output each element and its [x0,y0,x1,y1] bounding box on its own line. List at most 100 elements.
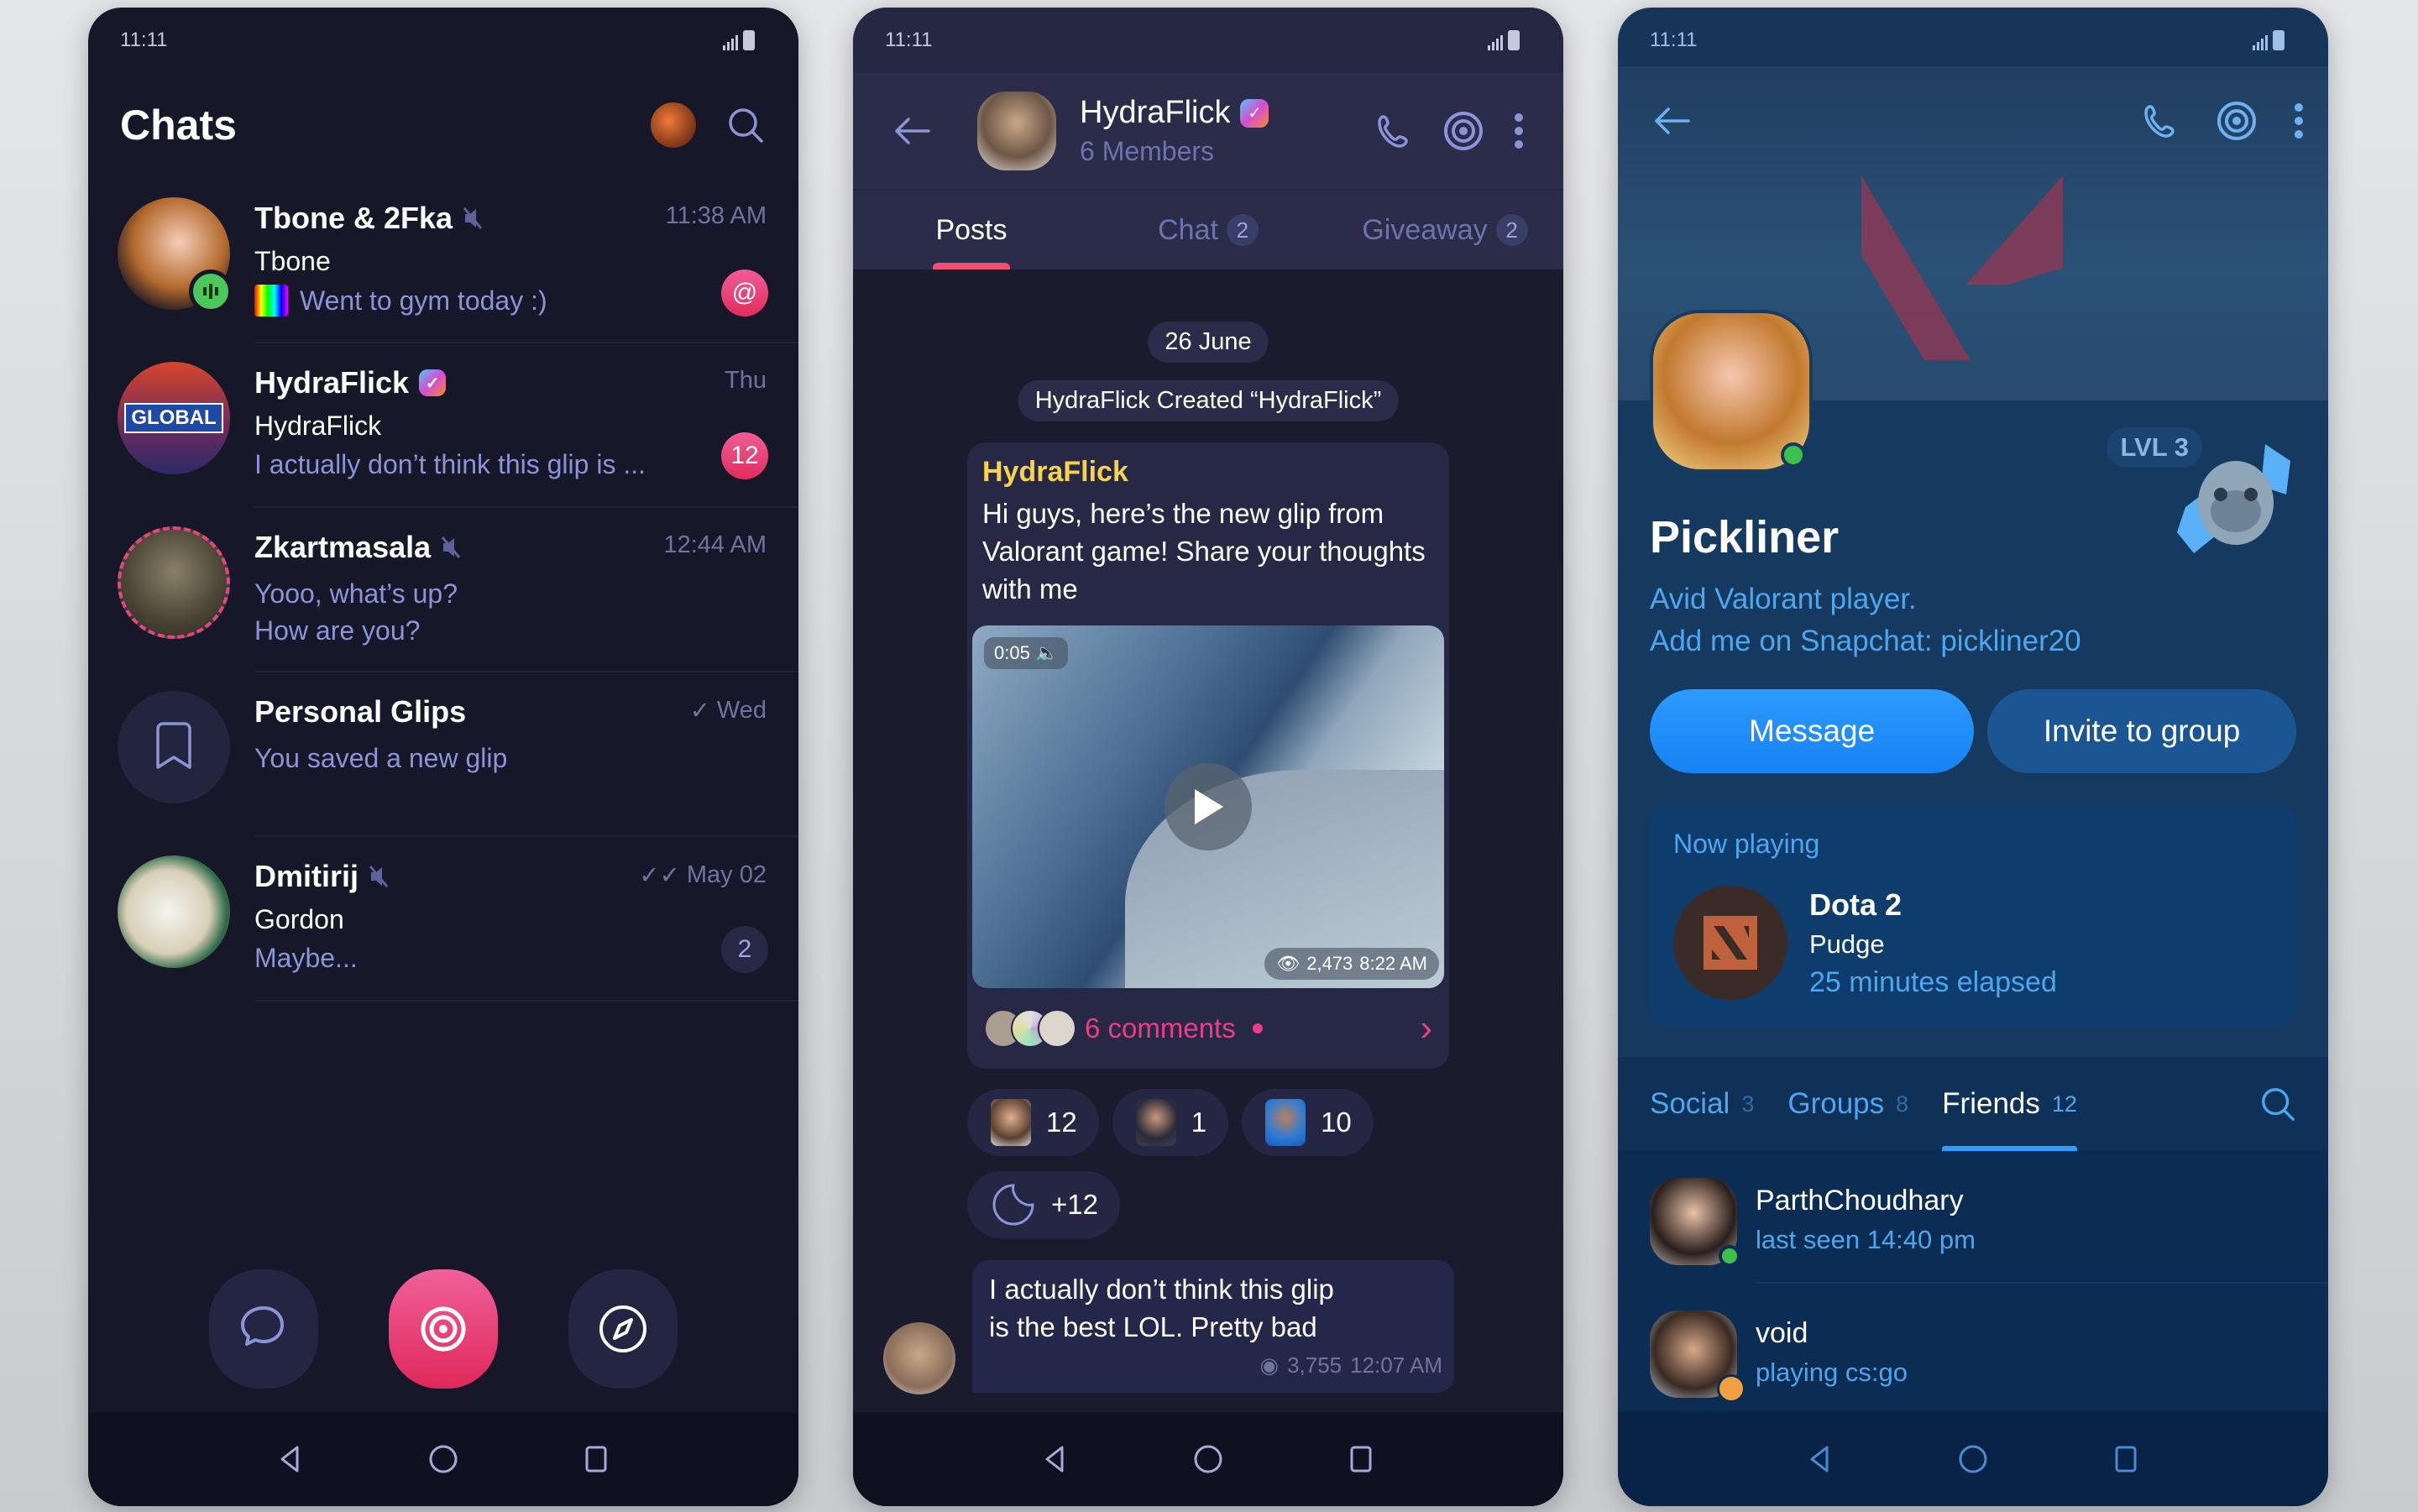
glips-target-icon[interactable] [2216,100,2258,142]
post-author[interactable]: HydraFlick [982,456,1128,489]
bookmark-icon [156,722,191,769]
double-check-icon: ✓✓ [639,862,680,889]
status-time: 11:11 [885,29,933,51]
nav-back-icon[interactable] [1803,1442,1837,1476]
glips-button[interactable] [389,1269,498,1389]
chat-name: Personal Glips [254,694,467,729]
tab-label: Groups [1787,1087,1885,1120]
status-bar: 11:11 [1618,8,2328,73]
muted-icon [463,207,483,229]
nav-home-icon[interactable] [1191,1442,1225,1476]
chat-list-item[interactable]: Zkartmasala Yooo, what’s up? How are you… [88,508,798,672]
phone-call-icon[interactable] [1375,112,1414,150]
sticker-icon [1265,1099,1306,1146]
unread-dot [1252,1023,1263,1033]
unread-badge: 2 [721,926,768,973]
now-playing-card[interactable]: Now playing Dota 2 Pudge 25 minutes elap… [1650,805,2296,1027]
muted-icon [369,866,389,887]
phone-call-icon[interactable] [2142,102,2180,140]
my-avatar[interactable] [651,102,696,148]
reaction-chip[interactable]: 1 [1112,1089,1229,1156]
sticker-peel-icon [992,1184,1034,1226]
sticker-icon [991,1099,1031,1146]
nav-recents-icon[interactable] [2109,1442,2143,1476]
tab-social[interactable]: Social 3 [1650,1057,1754,1151]
android-nav-bar [88,1412,798,1506]
group-header: HydraFlick ✓ 6 Members [853,73,1563,189]
chevron-right-icon: › [1420,1007,1432,1049]
tab-groups[interactable]: Groups 8 [1787,1057,1908,1151]
friend-list-item[interactable]: ParthChoudhary last seen 14:40 pm [1618,1151,2328,1284]
reply-author-avatar[interactable] [883,1322,955,1394]
more-options-icon[interactable] [2293,102,2305,140]
invite-to-group-button[interactable]: Invite to group [1987,689,2296,773]
voice-chat-indicator [189,269,233,313]
search-icon[interactable] [2259,1086,2296,1122]
eye-icon: ◉ [1259,1352,1280,1378]
reaction-chip[interactable]: 12 [967,1089,1099,1156]
bio-line[interactable]: Add me on Snapchat: pickliner20 [1650,620,2081,662]
mute-icon[interactable]: 🔈 [1035,642,1058,663]
chat-sender: Tbone [254,246,331,276]
bulldog-mascot-icon [2177,444,2290,553]
chat-preview-line1: Yooo, what’s up? [254,578,458,609]
nav-home-icon[interactable] [1956,1442,1990,1476]
reaction-chip[interactable]: 10 [1242,1089,1374,1156]
more-options-icon[interactable] [1513,112,1525,150]
chats-button[interactable] [209,1269,318,1389]
explore-button[interactable] [568,1269,678,1389]
chat-preview-line2: How are you? [254,615,421,646]
comments-link[interactable]: 6 comments › [967,988,1449,1069]
reply-text-line1: I actually don’t think this glip [989,1274,1334,1305]
nav-recents-icon[interactable] [1344,1442,1378,1476]
chat-list-item[interactable]: Dmitirij Gordon Maybe... ✓✓ May 02 2 [88,837,798,1002]
bottom-action-bar [88,1269,798,1389]
system-message: HydraFlick Created “HydraFlick” [1018,380,1399,421]
post-text: Hi guys, here’s the new glip from Valora… [982,498,1426,604]
glips-target-icon[interactable] [1442,110,1484,152]
nav-recents-icon[interactable] [579,1442,613,1476]
tab-chat[interactable]: Chat 2 [1090,191,1327,269]
chat-preview: Went to gym today :) [300,285,547,316]
search-icon[interactable] [726,106,765,144]
more-reactions-chip[interactable]: +12 [967,1171,1120,1238]
video-player[interactable]: 0:05 🔈 👁 2,473 8:22 AM [972,625,1444,988]
tab-label: Posts [935,213,1008,246]
nav-home-icon[interactable] [427,1442,460,1476]
chat-list-item[interactable]: Tbone & 2Fka Tbone Went to gym today :) … [88,179,798,343]
chat-time: Thu [725,367,767,394]
member-count: 6 Members [1080,136,1215,166]
status-time: 11:11 [1650,29,1698,51]
reply-message: I actually don’t think this glip is the … [972,1260,1454,1393]
back-arrow-icon[interactable] [892,114,932,148]
signal-icon [723,35,738,50]
game-elapsed: 25 minutes elapsed [1809,966,2057,998]
chat-list-item[interactable]: Personal Glips You saved a new glip ✓ Wed [88,672,798,837]
tab-friends[interactable]: Friends 12 [1942,1057,2077,1151]
game-hero: Pudge [1809,929,1885,959]
tab-label: Chat [1158,213,1218,246]
unread-badge: 12 [721,432,768,479]
group-avatar[interactable] [977,92,1056,170]
tab-giveaway[interactable]: Giveaway 2 [1327,191,1563,269]
chat-time: May 02 [686,861,767,888]
chat-time: 11:38 AM [665,202,767,229]
back-arrow-icon[interactable] [1651,104,1692,138]
nav-back-icon[interactable] [274,1442,307,1476]
battery-icon [743,30,755,50]
signal-icon [2253,35,2268,50]
reaction-count: 1 [1191,1107,1207,1138]
tab-posts[interactable]: Posts [853,191,1090,269]
message-button[interactable]: Message [1650,689,1975,773]
chat-list-item[interactable]: GLOBAL HydraFlick ✓ HydraFlick I actually… [88,343,798,508]
play-button[interactable] [1165,763,1252,850]
now-playing-label: Now playing [1673,829,1820,859]
chat-name: HydraFlick [254,365,410,400]
signal-battery-icons [723,30,755,50]
video-meta: 👁 2,473 8:22 AM [1264,948,1439,980]
chat-sender: HydraFlick [254,411,382,441]
nav-back-icon[interactable] [1039,1442,1072,1476]
friend-list-item[interactable]: void playing cs:go [1618,1284,2328,1416]
mention-badge: @ [721,269,768,317]
tab-count-badge: 2 [1226,214,1259,246]
